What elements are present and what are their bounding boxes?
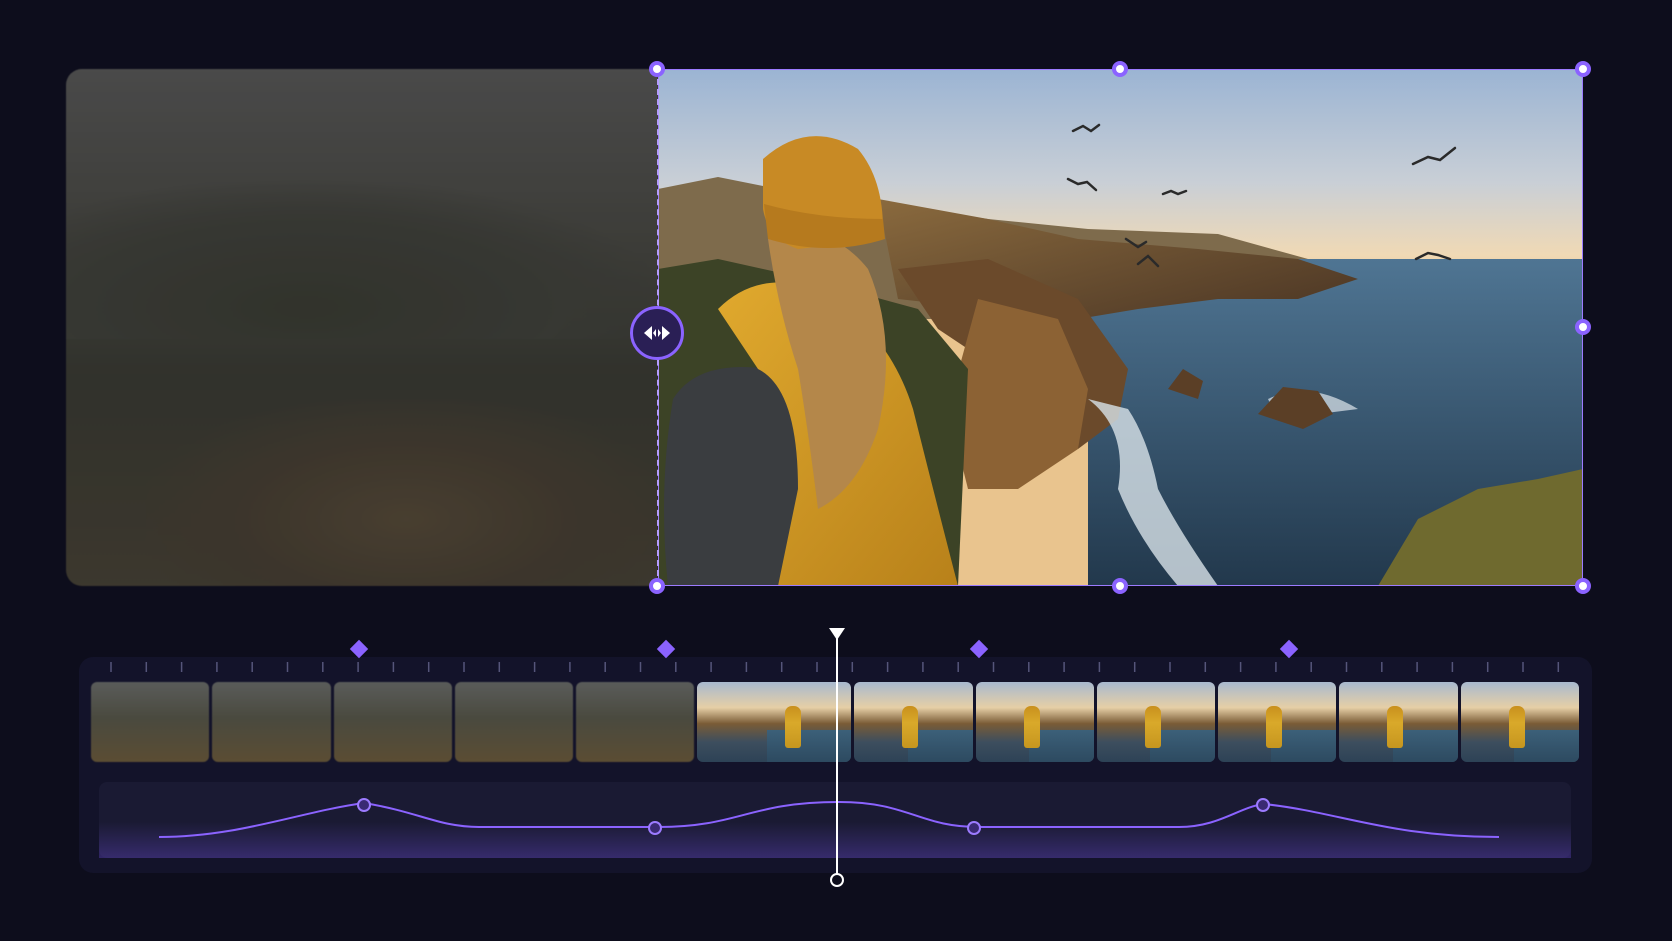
filmstrip-frame[interactable] xyxy=(697,682,852,762)
easing-curve xyxy=(99,798,1571,858)
crop-handle-top-right[interactable] xyxy=(1575,61,1591,77)
curve-point-3[interactable] xyxy=(967,821,981,835)
keyframe-diamond[interactable] xyxy=(349,639,369,659)
filmstrip-frame[interactable] xyxy=(333,682,452,762)
animation-curve-lane[interactable] xyxy=(99,782,1571,858)
playhead-handle-bottom[interactable] xyxy=(830,873,844,887)
keyframe-diamond[interactable] xyxy=(656,639,676,659)
crop-handle-top-center[interactable] xyxy=(1112,61,1128,77)
split-arrows-icon xyxy=(644,326,670,340)
filmstrip-frame[interactable] xyxy=(854,682,973,762)
split-compare-handle[interactable] xyxy=(630,306,684,360)
curve-point-4[interactable] xyxy=(1256,798,1270,812)
crop-handle-bottom-left[interactable] xyxy=(649,578,665,594)
curve-point-2[interactable] xyxy=(648,821,662,835)
keyframe-diamond[interactable] xyxy=(970,639,989,659)
comparison-preview xyxy=(66,61,1591,594)
before-image-blurred xyxy=(66,69,658,586)
filmstrip-frame[interactable] xyxy=(1218,682,1337,762)
crop-handle-bottom-right[interactable] xyxy=(1575,578,1591,594)
filmstrip-frame[interactable] xyxy=(576,682,695,762)
playhead-line[interactable] xyxy=(836,628,838,878)
after-image-coastal-hiker xyxy=(658,69,1583,586)
filmstrip-frame[interactable] xyxy=(454,682,574,762)
crop-handle-middle-right[interactable] xyxy=(1575,319,1591,335)
crop-handle-bottom-center[interactable] xyxy=(1112,578,1128,594)
filmstrip-frame[interactable] xyxy=(1339,682,1458,762)
filmstrip[interactable] xyxy=(91,682,1580,762)
crop-handle-top-left[interactable] xyxy=(649,61,665,77)
filmstrip-frame[interactable] xyxy=(91,682,210,762)
keyframe-diamond[interactable] xyxy=(1280,639,1299,659)
filmstrip-frame[interactable] xyxy=(1096,682,1216,762)
playhead-marker-top[interactable] xyxy=(829,628,845,640)
curve-point-1[interactable] xyxy=(357,798,371,812)
coastal-scene-illustration xyxy=(658,123,1583,586)
filmstrip-frame[interactable] xyxy=(212,682,331,762)
filmstrip-frame[interactable] xyxy=(1460,682,1580,762)
filmstrip-frame[interactable] xyxy=(975,682,1094,762)
